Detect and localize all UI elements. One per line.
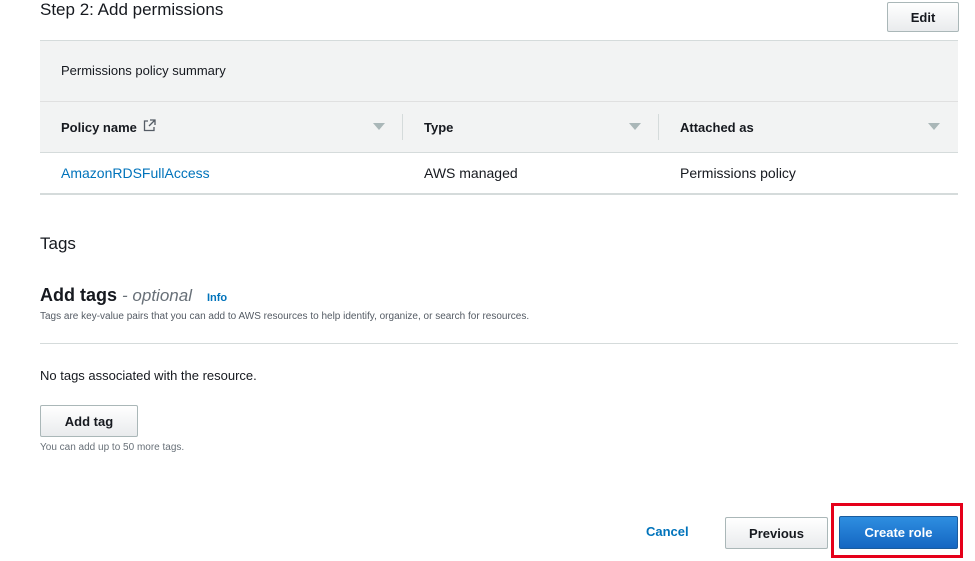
- column-label: Policy name: [61, 119, 137, 135]
- edit-button[interactable]: Edit: [887, 2, 959, 32]
- add-tags-title: Add tags - optional Info: [40, 285, 227, 306]
- tags-description: Tags are key-value pairs that you can ad…: [40, 311, 530, 322]
- divider: [40, 343, 958, 344]
- add-tag-button[interactable]: Add tag: [40, 405, 138, 437]
- column-label: Type: [424, 119, 454, 135]
- tags-heading: Tags: [40, 234, 76, 253]
- column-label: Attached as: [680, 119, 754, 135]
- summary-title: Permissions policy summary: [40, 41, 958, 102]
- no-tags-message: No tags associated with the resource.: [40, 368, 257, 383]
- policy-type: AWS managed: [424, 165, 518, 181]
- info-link[interactable]: Info: [207, 292, 227, 304]
- create-role-button[interactable]: Create role: [839, 516, 958, 549]
- policy-attached-as: Permissions policy: [680, 165, 796, 181]
- step-title: Step 2: Add permissions: [40, 0, 224, 19]
- tag-limit-note: You can add up to 50 more tags.: [40, 442, 185, 453]
- previous-button[interactable]: Previous: [725, 517, 828, 549]
- add-tags-label: Add tags: [40, 285, 118, 305]
- cancel-button[interactable]: Cancel: [646, 524, 689, 539]
- policy-link[interactable]: AmazonRDSFullAccess: [61, 165, 210, 181]
- sort-icon[interactable]: [928, 123, 940, 130]
- column-policy-name[interactable]: Policy name: [40, 102, 403, 152]
- external-link-icon: [143, 119, 156, 135]
- table-row: AmazonRDSFullAccess AWS managed Permissi…: [40, 153, 958, 193]
- column-type[interactable]: Type: [403, 102, 659, 152]
- permissions-summary-table: Permissions policy summary Policy name T…: [40, 40, 958, 195]
- sort-icon[interactable]: [373, 123, 385, 130]
- sort-icon[interactable]: [629, 123, 641, 130]
- optional-label: - optional: [122, 286, 192, 305]
- table-header: Policy name Type Attached as: [40, 102, 958, 153]
- column-attached-as[interactable]: Attached as: [659, 102, 958, 152]
